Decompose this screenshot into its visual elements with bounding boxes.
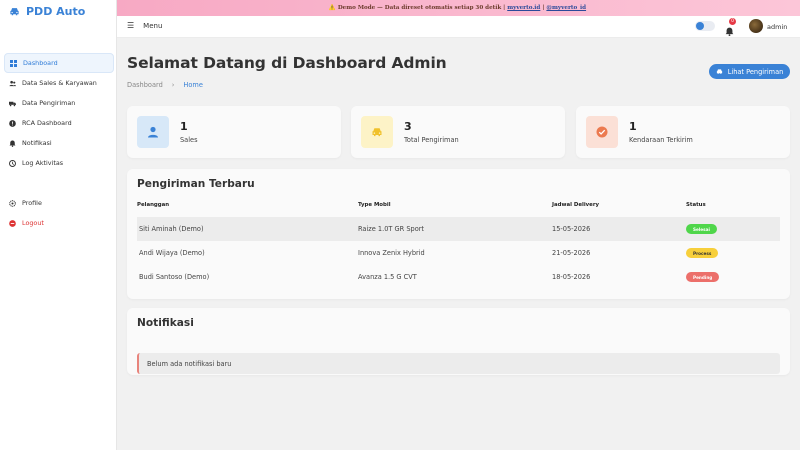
stat-value: 1 [180,120,188,133]
demo-banner: ⚠️ Demo Mode — Data direset otomatis set… [117,0,800,16]
alert-circle-icon [9,119,16,127]
banner-link-website[interactable]: myverto.id [507,5,540,11]
notification-button[interactable]: 0 [725,18,736,36]
cell-car-type: Innova Zenix Hybrid [358,249,425,257]
stat-card-total-shipments: 3 Total Pengiriman [351,106,565,158]
brand-name: PDD Auto [26,5,86,18]
sidebar-item-logout[interactable]: Logout [4,213,114,233]
sidebar-item-profile[interactable]: Profile [4,193,114,213]
empty-notification-alert: Belum ada notifikasi baru [137,353,780,374]
banner-text: ⚠️ Demo Mode — Data direset otomatis set… [328,5,506,11]
cell-customer: Budi Santoso (Demo) [139,273,210,281]
sidebar-item-label: Notifikasi [22,139,52,147]
car-icon [10,8,19,16]
view-shipments-label: Lihat Pengiriman [727,67,784,76]
history-icon [9,159,16,167]
sidebar-nav: Dashboard Data Sales & Karyawan Data Pen… [4,53,114,173]
sidebar-item-label: Data Sales & Karyawan [22,79,97,87]
cell-car-type: Raize 1.0T GR Sport [358,225,425,233]
breadcrumb-separator-icon: › [171,81,175,89]
stat-icon-box [137,116,169,148]
banner-link-instagram[interactable]: @myverto_id [546,5,586,11]
menu-button[interactable]: ☰ Menu [127,21,162,30]
logout-icon [9,219,16,227]
cell-delivery-date: 18-05-2026 [552,273,591,281]
section-title: Notifikasi [137,317,194,329]
sidebar-item-pengiriman[interactable]: Data Pengiriman [4,93,114,113]
table-row[interactable]: Siti Aminah (Demo) Raize 1.0T GR Sport 1… [137,217,780,241]
sidebar-account: Profile Logout [4,193,114,233]
sidebar-item-label: Logout [22,219,44,227]
column-header: Type Mobil [358,202,391,208]
sidebar-item-rca[interactable]: RCA Dashboard [4,113,114,133]
bell-icon [725,27,734,36]
breadcrumb: Dashboard › Home [127,81,203,89]
truck-icon [9,100,16,107]
stat-label: Kendaraan Terkirim [629,136,693,144]
brand[interactable]: PDD Auto [9,5,85,18]
sidebar-item-label: Dashboard [23,59,58,67]
car-icon [716,69,722,74]
breadcrumb-home: Home [183,81,203,89]
column-header: Status [686,202,706,208]
avatar[interactable] [749,19,763,33]
stat-card-sales: 1 Sales [127,106,341,158]
stat-icon-box [361,116,393,148]
cell-customer: Andi Wijaya (Demo) [139,249,205,257]
recent-shipments-card: Pengiriman Terbaru Pelanggan Type Mobil … [127,169,790,299]
hamburger-icon: ☰ [127,21,135,30]
view-shipments-button[interactable]: Lihat Pengiriman [709,64,790,79]
theme-toggle[interactable] [695,21,715,31]
cell-car-type: Avanza 1.5 G CVT [358,273,417,281]
notification-badge: 0 [729,18,736,25]
notifications-card: Notifikasi Belum ada notifikasi baru [127,308,790,375]
table-row[interactable]: Budi Santoso (Demo) Avanza 1.5 G CVT 18-… [137,265,780,289]
bell-icon [9,139,16,147]
users-icon [9,80,16,87]
topbar: ☰ Menu 0 admin [117,16,800,38]
sidebar-item-label: RCA Dashboard [22,119,72,127]
stat-label: Sales [180,136,198,144]
username[interactable]: admin [767,23,787,31]
sidebar-item-label: Data Pengiriman [22,99,76,107]
cell-delivery-date: 15-05-2026 [552,225,591,233]
status-badge: Pending [686,272,720,282]
stat-card-delivered: 1 Kendaraan Terkirim [576,106,790,158]
sidebar-item-label: Log Aktivitas [22,159,64,167]
table-row[interactable]: Andi Wijaya (Demo) Innova Zenix Hybrid 2… [137,241,780,265]
sidebar-item-label: Profile [22,199,42,207]
sidebar-item-sales[interactable]: Data Sales & Karyawan [4,73,114,93]
status-badge: Process [686,248,719,258]
column-header: Pelanggan [137,202,170,208]
page-title: Selamat Datang di Dashboard Admin [127,54,447,72]
stat-value: 1 [629,120,637,133]
column-header: Jadwal Delivery [552,202,600,208]
user-icon [148,126,158,138]
sidebar-item-dashboard[interactable]: Dashboard [4,53,114,73]
check-icon [596,126,608,138]
sidebar: PDD Auto Dashboard Data Sales & Karyawan… [0,0,117,450]
status-badge: Selesai [686,224,717,234]
breadcrumb-dashboard[interactable]: Dashboard [127,81,163,89]
stat-icon-box [586,116,618,148]
grid-icon [10,59,17,67]
stat-value: 3 [404,120,412,133]
sidebar-item-log[interactable]: Log Aktivitas [4,153,114,173]
cell-customer: Siti Aminah (Demo) [139,225,204,233]
stat-label: Total Pengiriman [404,136,459,144]
banner-separator: | [542,5,545,11]
menu-label: Menu [143,21,163,30]
sidebar-item-notifikasi[interactable]: Notifikasi [4,133,114,153]
gear-icon [9,199,16,207]
section-title: Pengiriman Terbaru [137,178,255,190]
cell-delivery-date: 21-05-2026 [552,249,591,257]
car-icon [372,128,382,137]
toggle-knob [696,22,704,30]
